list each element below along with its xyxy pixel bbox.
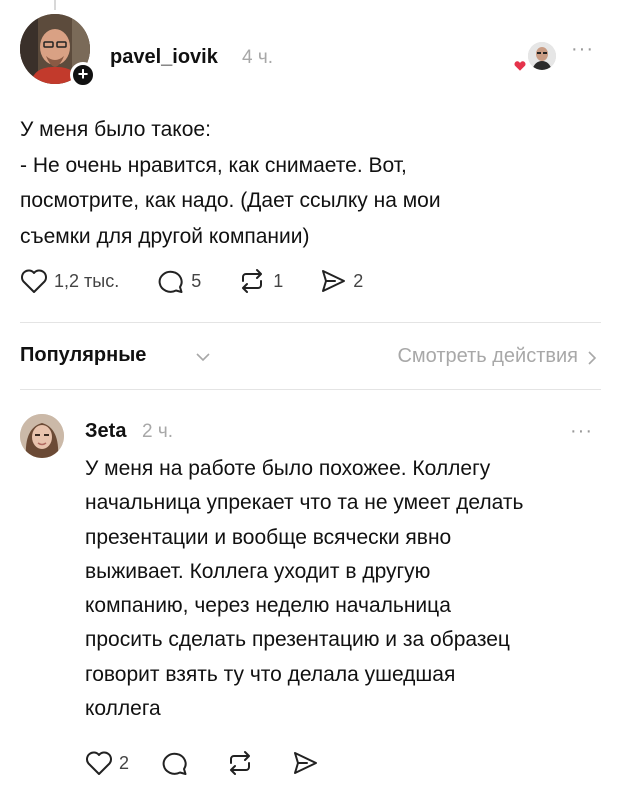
thread-connector [54,0,56,10]
post-time: 4 ч. [242,47,274,68]
reply-text-line: просить сделать презентацию и за образец [85,628,510,652]
repost-count: 1 [273,270,284,291]
post-body: У меня было такое: - Не очень нравится, … [20,112,600,254]
like-count: 1,2 тыс. [54,270,120,291]
share-button[interactable]: 2 [319,268,363,294]
post-text-line: съемки для другой компании) [20,224,310,248]
post-text-line: посмотрите, как надо. (Дает ссылку на мо… [20,189,441,212]
reply-repost-button[interactable] [225,750,255,776]
reply-author-name[interactable]: Зeta [85,420,126,443]
repost-icon [242,269,263,293]
reply-author-avatar[interactable] [20,414,64,458]
post-actions: 1,2 тыс. 5 1 2 [20,268,383,294]
reply-text-line: У меня на работе было похожее. Коллегу [85,457,491,480]
liker-avatar[interactable] [528,42,556,70]
liker-heart-icon [513,60,527,73]
divider [20,389,601,390]
repost-button[interactable]: 1 [237,268,283,294]
post-more-icon[interactable]: ··· [571,39,594,59]
reply-text-line: выживает. Коллега уходит в другую [85,559,431,583]
divider [20,322,601,323]
send-icon [294,752,318,774]
reply-text-line: коллега [85,697,161,721]
chevron-right-icon[interactable] [586,350,598,366]
sort-row: Популярные Смотреть действия [20,344,600,374]
repost-icon [230,751,251,775]
reply-text-line: говорит взять ту что делала ушедшая [85,662,456,686]
sort-dropdown[interactable]: Популярные [20,344,146,367]
post-text-line: У меня было такое: [20,118,211,141]
comment-icon [158,270,183,293]
heart-icon [86,751,112,775]
comment-button[interactable]: 5 [157,268,201,294]
reply-share-button[interactable] [291,750,319,776]
reply-text-line: начальница упрекает что та не умеет дела… [85,491,524,515]
like-button[interactable]: 1,2 тыс. [20,268,119,294]
reply-body: У меня на работе было похожее. Коллегу н… [85,452,605,726]
view-activity-link[interactable]: Смотреть действия [397,345,578,368]
reply-like-count: 2 [119,752,130,773]
post-text-line: - Не очень нравится, как снимаете. Вот, [20,153,407,177]
chevron-down-icon[interactable] [195,351,211,363]
comment-icon [162,752,187,775]
post-header: + pavel_iovik 4 ч. ··· [20,14,600,88]
reply-time: 2 ч. [142,421,174,442]
reply-comment-button[interactable] [161,750,189,776]
post-author-name[interactable]: pavel_iovik [110,46,218,69]
follow-plus-icon[interactable]: + [70,62,96,88]
reply-text-line: компанию, через неделю начальница [85,594,451,618]
share-count: 2 [353,270,364,291]
comment-count: 5 [191,270,202,291]
reply-text-line: презентации и вообще всячески явно [85,525,452,549]
send-icon [322,270,346,292]
heart-icon [21,269,47,293]
reply-like-button[interactable]: 2 [85,750,129,776]
reply-more-icon[interactable]: ··· [570,421,593,441]
reply-actions: 2 [85,750,339,776]
